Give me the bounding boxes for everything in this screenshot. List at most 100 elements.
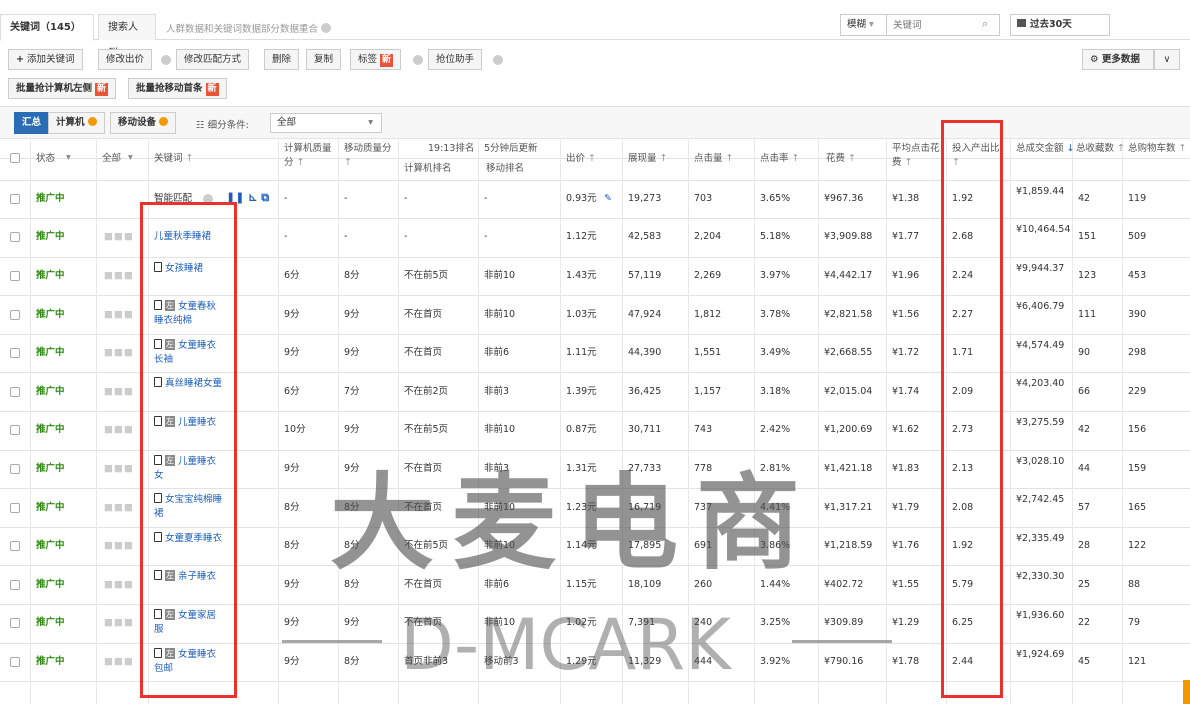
row-checkbox[interactable]: [10, 348, 20, 359]
search-icon[interactable]: ⌕: [982, 17, 988, 31]
row-action-icons[interactable]: ■■■: [104, 423, 134, 437]
edit-match-button[interactable]: 修改匹配方式: [176, 49, 250, 70]
row-action-icons[interactable]: ■■■: [104, 385, 134, 399]
row-checkbox[interactable]: [10, 618, 20, 629]
batch-pc-left-button[interactable]: 批量抢计算机左侧新: [8, 78, 117, 99]
header-clicks[interactable]: 点击量 ↑: [694, 152, 734, 166]
rank-helper-button[interactable]: 抢位助手: [428, 49, 483, 70]
header-gmv[interactable]: 总成交金额 ↓: [1016, 142, 1075, 156]
row-action-icons[interactable]: ■■■: [104, 346, 134, 360]
header-keyword[interactable]: 关键词 ↑: [154, 152, 194, 166]
cell-fav: 22: [1078, 617, 1091, 629]
delete-button[interactable]: 删除: [264, 49, 300, 70]
segment-summary[interactable]: 汇总: [14, 112, 50, 134]
header-cart[interactable]: 总购物车数 ↑: [1128, 142, 1187, 156]
sort-arrow-icon[interactable]: ↑: [902, 157, 913, 168]
sort-arrow-icon[interactable]: ↑: [585, 153, 596, 164]
header-status[interactable]: 状态: [36, 152, 55, 166]
sort-arrow-icon[interactable]: ↑: [657, 153, 668, 164]
help-icon[interactable]: [321, 23, 332, 33]
segment-mobile[interactable]: 移动设备: [110, 112, 177, 134]
row-checkbox[interactable]: [10, 309, 20, 320]
cell-mob-q: 9分: [344, 617, 360, 629]
cell-bid[interactable]: 1.12元: [566, 230, 597, 244]
cell-bid[interactable]: 1.11元: [566, 346, 597, 360]
cell-bid[interactable]: 0.93元: [566, 192, 597, 206]
add-keyword-button[interactable]: + 添加关键词: [8, 49, 83, 70]
row-action-icons[interactable]: ■■■: [104, 616, 134, 630]
cell-bid[interactable]: 1.43元: [566, 269, 597, 283]
cell-mob-q: 7分: [344, 385, 360, 397]
copy-button[interactable]: 复制: [306, 49, 342, 70]
row-action-icons[interactable]: ■■■: [104, 308, 134, 322]
sort-down-icon[interactable]: ▾: [66, 151, 71, 165]
sort-arrow-icon[interactable]: ↑: [344, 157, 352, 168]
header-avg-cpc[interactable]: 平均点击花费 ↑: [892, 142, 942, 170]
row-action-icons[interactable]: ■■■: [104, 462, 134, 476]
row-checkbox[interactable]: [10, 579, 20, 590]
cell-mob-q: 8分: [344, 269, 360, 281]
more-data-button[interactable]: ⚙ 更多数据: [1082, 49, 1154, 70]
row-checkbox[interactable]: [10, 502, 20, 513]
cell-bid[interactable]: 1.03元: [566, 308, 597, 322]
row-action-icons[interactable]: ■■■: [104, 539, 134, 553]
sort-arrow-icon[interactable]: ↑: [1176, 143, 1187, 154]
row-checkbox[interactable]: [10, 541, 20, 552]
header-cost[interactable]: 花费 ↑: [826, 152, 856, 166]
side-scroll-tab[interactable]: [1183, 680, 1190, 704]
row-checkbox[interactable]: [10, 270, 20, 281]
column-divider: [886, 138, 887, 704]
help-icon[interactable]: [413, 55, 423, 65]
sort-arrow-icon[interactable]: ↑: [294, 157, 305, 168]
cell-bid[interactable]: 1.39元: [566, 385, 597, 399]
header-ctr[interactable]: 点击率 ↑: [760, 152, 800, 166]
batch-mobile-top-button[interactable]: 批量抢移动首条新: [128, 78, 227, 99]
sort-down-icon[interactable]: ▾: [128, 151, 133, 165]
segment-pc[interactable]: 计算机: [48, 112, 105, 134]
header-mobile-rank[interactable]: 移动排名: [486, 162, 524, 176]
help-icon[interactable]: [161, 55, 171, 65]
sort-arrow-icon[interactable]: ↑: [1114, 143, 1125, 154]
sort-arrow-icon[interactable]: ↑: [789, 153, 800, 164]
row-checkbox[interactable]: [10, 386, 20, 397]
more-data-dropdown[interactable]: ∨: [1154, 49, 1180, 70]
help-icon[interactable]: [493, 55, 503, 65]
sort-arrow-icon[interactable]: ↓: [1064, 143, 1075, 154]
header-mobile-quality[interactable]: 移动质量分 ↑: [344, 142, 394, 170]
select-all-checkbox[interactable]: [10, 153, 20, 163]
filter-select[interactable]: 全部 ▾: [270, 113, 382, 133]
row-action-icons[interactable]: ■■■: [104, 230, 134, 244]
tab-keywords[interactable]: 关键词（145）: [0, 14, 94, 41]
tag-button[interactable]: 标签新: [350, 49, 402, 70]
row-checkbox[interactable]: [10, 194, 20, 204]
edit-bid-button[interactable]: 修改出价: [98, 49, 153, 70]
header-update-note[interactable]: 5分钟后更新: [484, 142, 538, 156]
row-checkbox[interactable]: [10, 425, 20, 436]
sort-arrow-icon[interactable]: ↑: [845, 153, 856, 164]
row-checkbox[interactable]: [10, 656, 20, 667]
cell-pc-q: 9分: [284, 578, 300, 590]
edit-pencil-icon[interactable]: ✎: [604, 192, 612, 206]
row-checkbox[interactable]: [10, 463, 20, 474]
header-all[interactable]: 全部: [102, 152, 121, 166]
date-range-picker[interactable]: 过去30天: [1010, 14, 1110, 36]
header-impressions[interactable]: 展现量 ↑: [628, 152, 668, 166]
header-bid[interactable]: 出价 ↑: [566, 152, 596, 166]
row-action-icons[interactable]: ■■■: [104, 269, 134, 283]
tab-audience[interactable]: 搜索人群: [98, 14, 156, 59]
header-pc-quality[interactable]: 计算机质量分 ↑: [284, 142, 334, 170]
row-checkbox[interactable]: [10, 232, 20, 243]
header-time-rank[interactable]: 19:13排名: [428, 142, 474, 156]
new-badge: 新: [380, 54, 394, 67]
watermark-line-left: [282, 640, 382, 643]
row-action-icons[interactable]: ■■■: [104, 501, 134, 515]
cell-pc-q: 9分: [284, 308, 300, 320]
sort-arrow-icon[interactable]: ↑: [183, 153, 194, 164]
header-pc-rank[interactable]: 计算机排名: [404, 162, 452, 176]
row-action-icons[interactable]: ■■■: [104, 578, 134, 592]
header-fav[interactable]: 总收藏数 ↑: [1076, 142, 1125, 156]
match-mode-select[interactable]: 模糊 ▾: [840, 14, 886, 36]
sort-arrow-icon[interactable]: ↑: [723, 153, 734, 164]
cell-bid[interactable]: 0.87元: [566, 423, 597, 437]
row-action-icons[interactable]: ■■■: [104, 655, 134, 669]
